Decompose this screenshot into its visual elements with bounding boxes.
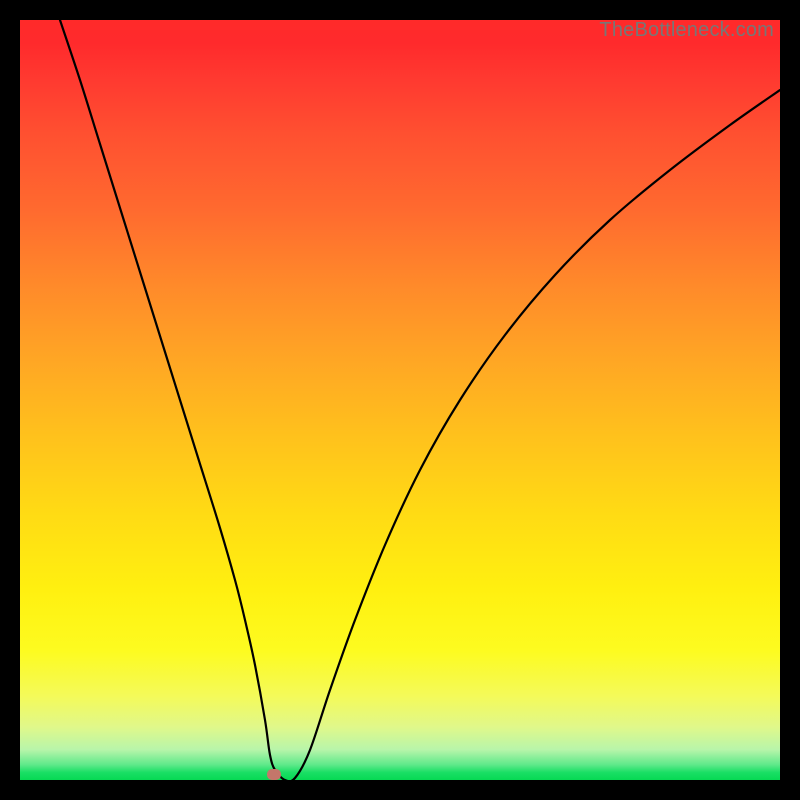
- optimal-point-marker: [267, 769, 281, 780]
- plot-area: TheBottleneck.com: [20, 20, 780, 780]
- attribution-text: TheBottleneck.com: [599, 19, 774, 42]
- chart-frame: TheBottleneck.com: [0, 0, 800, 800]
- bottleneck-curve: [20, 20, 780, 780]
